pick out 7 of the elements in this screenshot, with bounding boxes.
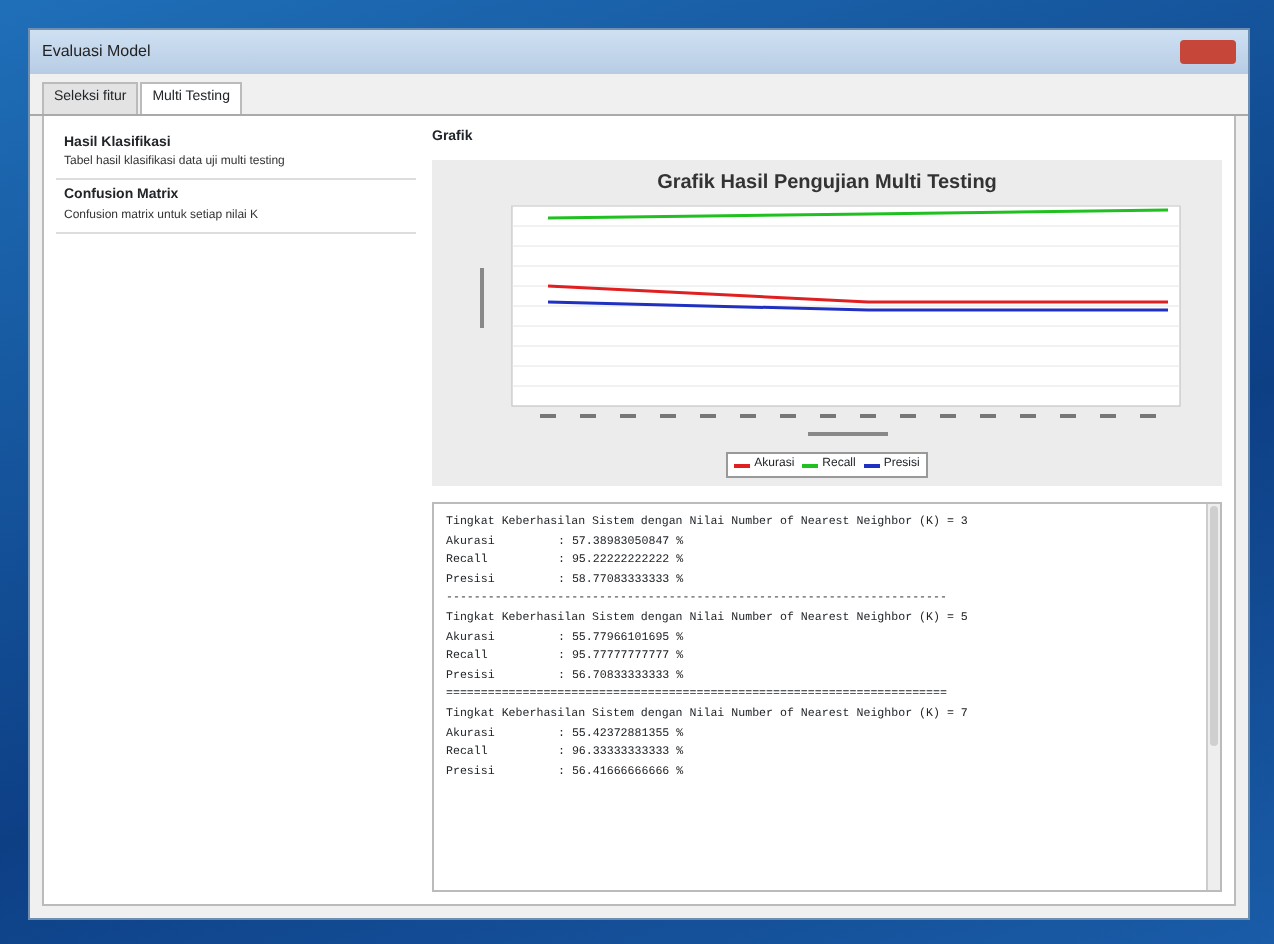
chart-title: Grafik Hasil Pengujian Multi Testing (657, 170, 997, 198)
close-button[interactable] (1180, 40, 1236, 64)
x-axis-title-drawing (807, 432, 887, 436)
window-title: Evaluasi Model (42, 40, 151, 64)
y-axis-title-drawing (479, 268, 483, 328)
scrollbar[interactable] (1206, 504, 1220, 890)
results-text-area[interactable] (432, 502, 1222, 892)
